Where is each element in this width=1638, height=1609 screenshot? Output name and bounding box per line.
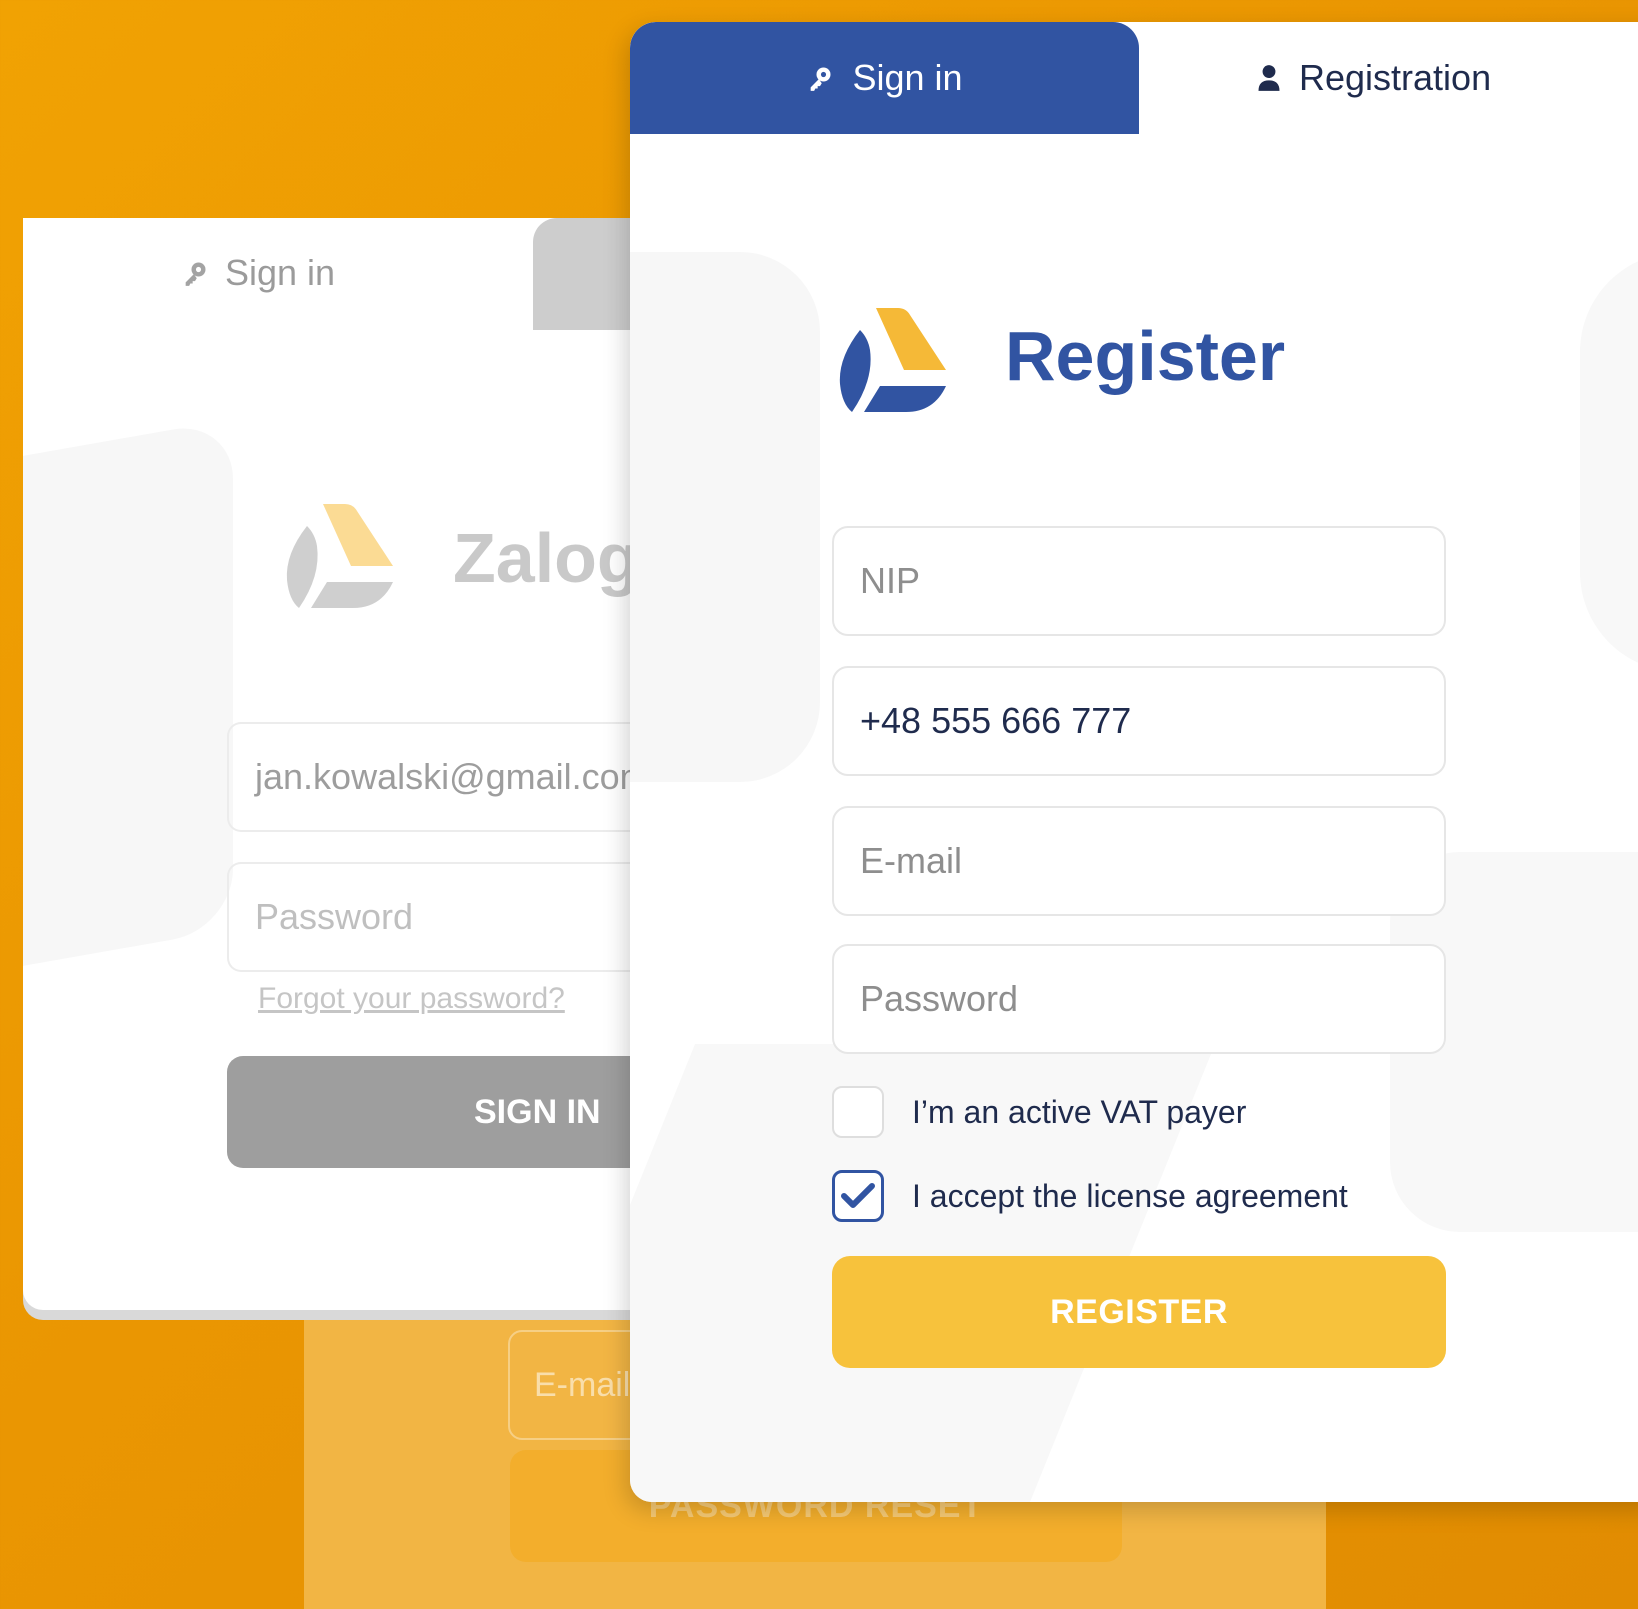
license-agreement-row: I accept the license agreement [832,1170,1348,1222]
logo-icon [286,504,393,608]
checkmark-icon [841,1183,875,1208]
tab-sign-in[interactable]: Sign in [630,22,1139,134]
phone-field[interactable] [832,666,1446,776]
license-agreement-checkbox[interactable] [832,1170,884,1222]
tab-registration[interactable]: Registration [1139,22,1638,134]
tab-bar: Sign in Registration [630,22,1638,134]
vat-payer-label[interactable]: I’m an active VAT payer [912,1094,1246,1131]
register-button[interactable]: REGISTER [832,1256,1446,1368]
logo-icon [839,308,946,412]
signin-panel: Sign in Zalog jan.kowalski@gmail.com Pas… [23,218,663,1310]
nip-field[interactable] [832,526,1446,636]
user-icon [1258,65,1280,91]
signin-panel-tab-label: Sign in [225,252,336,293]
key-icon [811,67,831,91]
vat-payer-checkbox[interactable] [832,1086,884,1138]
background-shape [1580,252,1638,672]
email-field[interactable] [832,806,1446,916]
signin-panel-tab[interactable]: Sign in [181,248,335,298]
license-agreement-label[interactable]: I accept the license agreement [912,1178,1348,1215]
forgot-password-link[interactable]: Forgot your password? [258,982,565,1016]
vat-payer-row: I’m an active VAT payer [832,1086,1246,1138]
signin-button[interactable]: SIGN IN [227,1056,663,1168]
registration-panel: Sign in Registration Register I’m an act… [630,22,1638,1502]
signin-password-field[interactable]: Password [227,862,663,972]
password-field[interactable] [832,944,1446,1054]
page-title: Register [1005,317,1286,395]
signin-email-field[interactable]: jan.kowalski@gmail.com [227,722,663,832]
background-shape [630,252,820,782]
tab-sign-in-label: Sign in [852,57,963,98]
key-icon [185,262,206,286]
tab-registration-label: Registration [1299,57,1492,98]
background-shape [23,418,233,988]
signin-panel-title: Zalog [453,519,640,597]
